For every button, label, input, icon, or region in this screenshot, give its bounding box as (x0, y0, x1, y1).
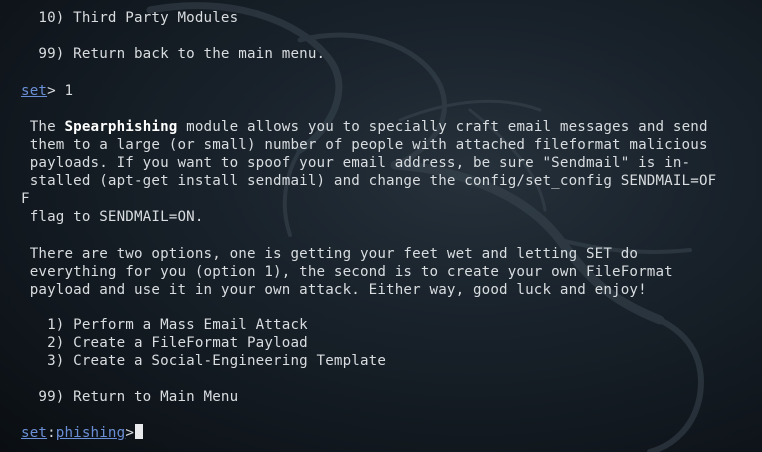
text-cursor[interactable] (135, 424, 144, 439)
description-line: The Spearphishing module allows you to s… (21, 118, 708, 136)
prompt-symbol: > (125, 425, 135, 441)
prompt-line: set> 1 (21, 82, 73, 100)
option-mass-email-attack: 1) Perform a Mass Email Attack (21, 317, 308, 333)
menu-item-third-party-modules: 10) Third Party Modules (21, 10, 239, 26)
prompt-colon: : (47, 425, 56, 441)
option-return-main-menu: 99) Return to Main Menu (21, 389, 239, 405)
options-intro-line: payload and use it in your own attack. E… (21, 282, 647, 298)
options-intro-line: There are two options, one is getting yo… (21, 246, 639, 262)
description-line: F (21, 191, 30, 207)
description-text: module allows you to specially craft ema… (177, 119, 708, 135)
option-social-engineering-template: 3) Create a Social-Engineering Template (21, 353, 387, 369)
description-line: payloads. If you want to spoof your emai… (21, 155, 691, 171)
menu-item-return-main-menu: 99) Return back to the main menu. (21, 46, 326, 62)
prompt-symbol: > (47, 83, 65, 99)
description-line: stalled (apt-get install sendmail) and c… (21, 173, 717, 189)
prompt-input: 1 (64, 83, 74, 99)
description-line: flag to SENDMAIL=ON. (21, 209, 204, 225)
prompt-module: phishing (55, 425, 126, 441)
prompt-set: set (21, 425, 48, 441)
active-prompt-line[interactable]: set:phishing> (21, 424, 144, 442)
options-intro-line: everything for you (option 1), the secon… (21, 264, 673, 280)
option-fileformat-payload: 2) Create a FileFormat Payload (21, 335, 308, 351)
prompt-set: set (21, 83, 48, 99)
terminal-window[interactable]: 10) Third Party Modules 99) Return back … (0, 0, 762, 452)
description-line: them to a large (or small) number of peo… (21, 137, 708, 153)
spearphishing-bold: Spearphishing (64, 119, 178, 135)
description-text: The (21, 119, 65, 135)
terminal-output: 10) Third Party Modules 99) Return back … (0, 0, 762, 452)
